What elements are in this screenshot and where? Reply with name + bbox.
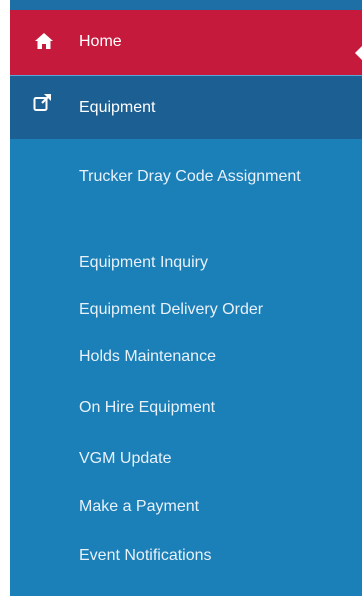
equipment-submenu: Trucker Dray Code Assignment Equipment I… bbox=[10, 139, 362, 596]
nav-item-home-label: Home bbox=[79, 33, 122, 50]
sidebar-nav: Home Equipment Trucker Dray Code Assignm… bbox=[10, 0, 362, 596]
sidebar-top-strip bbox=[10, 0, 362, 10]
submenu-item-equipment-delivery-order[interactable]: Equipment Delivery Order bbox=[79, 297, 349, 323]
external-link-icon bbox=[33, 93, 52, 112]
nav-item-equipment-label: Equipment bbox=[79, 99, 156, 116]
nav-item-equipment[interactable]: Equipment bbox=[10, 76, 362, 139]
submenu-item-equipment-inquiry[interactable]: Equipment Inquiry bbox=[79, 250, 349, 276]
submenu-item-event-notifications[interactable]: Event Notifications bbox=[79, 543, 349, 569]
nav-item-home[interactable]: Home bbox=[10, 10, 362, 75]
submenu-item-trucker-dray-code[interactable]: Trucker Dray Code Assignment bbox=[79, 164, 349, 190]
submenu-item-on-hire-equipment[interactable]: On Hire Equipment bbox=[79, 395, 349, 421]
home-icon bbox=[35, 33, 53, 49]
submenu-item-holds-maintenance[interactable]: Holds Maintenance bbox=[79, 344, 349, 370]
active-indicator-caret bbox=[355, 44, 362, 62]
submenu-item-vgm-update[interactable]: VGM Update bbox=[79, 446, 349, 472]
submenu-item-make-a-payment[interactable]: Make a Payment bbox=[79, 494, 349, 520]
